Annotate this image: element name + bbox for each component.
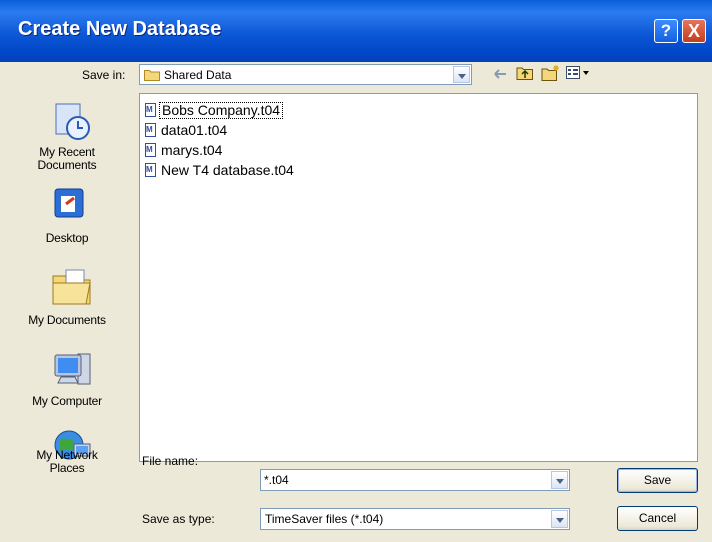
create-database-dialog: Create New Database ? X Save in: Shared …: [0, 0, 712, 542]
file-name: data01.t04: [161, 122, 228, 138]
new-folder-icon[interactable]: [541, 64, 561, 82]
save-as-type-dropdown[interactable]: TimeSaver files (*.t04): [260, 508, 570, 530]
chevron-down-icon[interactable]: [551, 471, 568, 489]
place-label: Documents: [37, 158, 97, 172]
file-name-label: File name:: [142, 454, 199, 468]
folder-icon: [144, 70, 160, 81]
place-label: My Network: [36, 448, 98, 462]
up-folder-icon[interactable]: [516, 65, 534, 81]
place-label: Desktop: [45, 231, 89, 245]
cancel-button[interactable]: Cancel: [617, 506, 698, 531]
file-name-value[interactable]: *.t04: [264, 473, 289, 487]
file-icon: [145, 163, 156, 177]
save-button[interactable]: Save: [617, 468, 698, 493]
file-icon: [145, 143, 156, 157]
recent-documents-icon: [55, 103, 90, 140]
dialog-body: Save in: Shared Data My Recent Documents…: [0, 62, 712, 542]
chevron-down-icon[interactable]: [453, 66, 470, 83]
views-menu-icon[interactable]: [566, 66, 590, 80]
save-as-type-value: TimeSaver files (*.t04): [265, 512, 384, 526]
file-name-field[interactable]: *.t04: [260, 469, 570, 491]
title-bar[interactable]: Create New Database ? X: [0, 0, 712, 62]
chevron-down-icon[interactable]: [551, 510, 568, 528]
file-name: New T4 database.t04: [161, 162, 294, 178]
file-icon: [145, 123, 156, 137]
save-in-label: Save in:: [82, 68, 126, 82]
my-documents-icon: [52, 269, 91, 305]
back-icon[interactable]: [494, 68, 508, 80]
save-as-type-label: Save as type:: [142, 512, 215, 526]
save-in-dropdown[interactable]: Shared Data: [139, 64, 472, 85]
place-label: My Recent: [39, 145, 95, 159]
file-name: Bobs Company.t04: [159, 102, 284, 119]
dialog-title: Create New Database: [18, 18, 222, 40]
desktop-icon: [54, 188, 84, 218]
save-in-value: Shared Data: [164, 68, 232, 82]
close-button[interactable]: X: [682, 19, 706, 43]
place-label: My Documents: [28, 313, 106, 327]
place-label: Places: [49, 461, 85, 475]
help-button[interactable]: ?: [654, 19, 678, 43]
my-computer-icon: [54, 353, 91, 385]
file-name: marys.t04: [161, 142, 223, 158]
place-label: My Computer: [32, 394, 102, 408]
file-list[interactable]: Bobs Company.t04 data01.t04 marys.t04 Ne…: [139, 93, 698, 462]
file-icon: [145, 103, 156, 117]
